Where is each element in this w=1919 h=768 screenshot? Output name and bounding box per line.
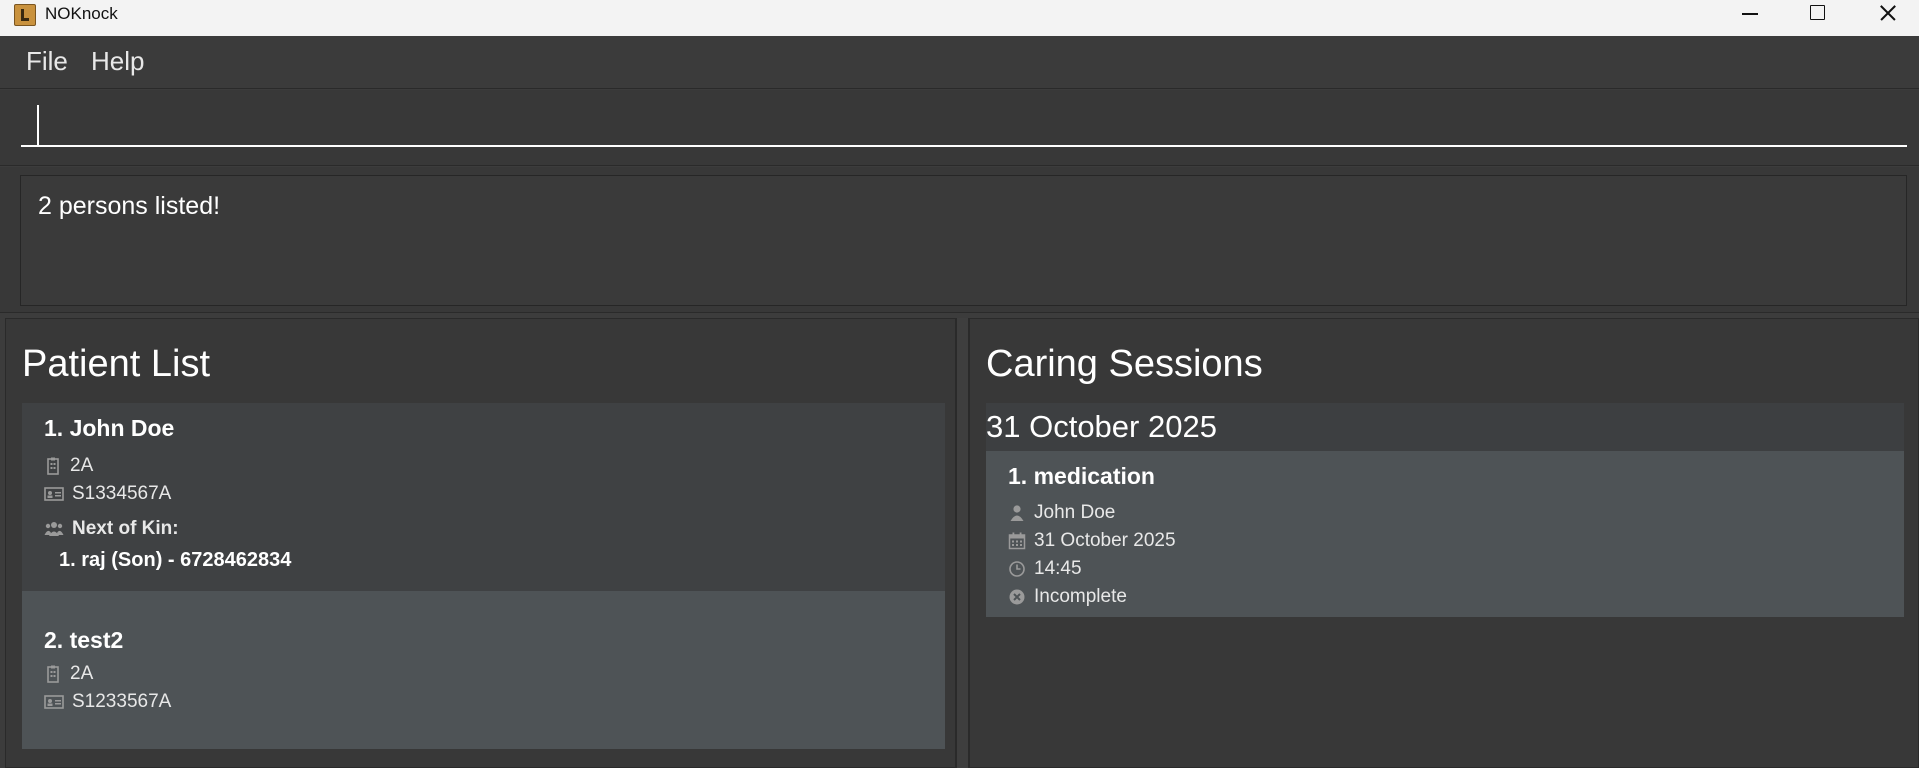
clock-icon — [1009, 561, 1025, 577]
command-box — [0, 90, 1919, 166]
session-patient-line: John Doe — [1008, 501, 1115, 525]
patient-name: 1. John Doe — [44, 415, 175, 441]
menu-help[interactable]: Help — [91, 46, 144, 77]
ward-line: 2A — [44, 454, 93, 478]
patient-ic: S1233567A — [72, 691, 172, 712]
session-patient: John Doe — [1034, 502, 1116, 523]
patient-list-panel: Patient List 1. John Doe 2A S1334567A Ne… — [5, 318, 956, 768]
close-button[interactable] — [1852, 0, 1919, 30]
menu-file[interactable]: File — [26, 46, 68, 77]
session-date-group: 31 October 2025 — [986, 409, 1217, 444]
hospital-icon — [47, 665, 59, 683]
user-icon — [1010, 505, 1024, 521]
users-icon — [44, 522, 64, 536]
next-of-kin-label: Next of Kin: — [72, 518, 179, 539]
x-circle-icon — [1009, 589, 1025, 605]
command-input[interactable] — [21, 102, 1907, 147]
minimize-button[interactable] — [1712, 0, 1782, 30]
result-display: 2 persons listed! — [20, 175, 1907, 306]
window-title: NOKnock — [45, 4, 118, 23]
patient-card[interactable]: 1. John Doe 2A S1334567A Next of Kin: 1.… — [22, 403, 945, 591]
id-card-icon — [44, 487, 64, 501]
ic-line: S1233567A — [44, 690, 171, 714]
session-name: 1. medication — [1008, 463, 1155, 489]
session-date-header: 31 October 2025 — [986, 403, 1904, 451]
id-card-icon — [44, 695, 64, 709]
patient-ward: 2A — [70, 455, 94, 476]
menu-bar: File Help — [0, 36, 1919, 89]
result-message: 2 persons listed! — [38, 192, 221, 220]
split-pane-divider[interactable] — [956, 318, 969, 768]
patient-ward: 2A — [70, 663, 94, 684]
session-status: Incomplete — [1034, 586, 1127, 607]
calendar-icon — [1008, 532, 1026, 550]
session-status-line: Incomplete — [1008, 585, 1127, 609]
maximize-button[interactable] — [1782, 0, 1852, 30]
session-date: 31 October 2025 — [1034, 530, 1176, 551]
title-bar: NOKnock — [0, 0, 1919, 36]
caring-sessions-title: Caring Sessions — [986, 343, 1263, 385]
next-of-kin-line: Next of Kin: — [44, 517, 179, 541]
ic-line: S1334567A — [44, 482, 171, 506]
patient-ic: S1334567A — [72, 483, 172, 504]
text-caret — [37, 105, 39, 145]
app-logo-icon — [14, 4, 36, 26]
patient-card[interactable]: 2. test2 2A S1233567A — [22, 591, 945, 749]
hospital-icon — [47, 457, 59, 475]
session-card[interactable]: 1. medication John Doe 31 October 2025 1… — [986, 451, 1904, 617]
session-time-line: 14:45 — [1008, 557, 1082, 581]
ward-line: 2A — [44, 662, 93, 686]
patient-name: 2. test2 — [44, 627, 124, 653]
session-time: 14:45 — [1034, 558, 1082, 579]
next-of-kin-entry: 1. raj (Son) - 6728462834 — [59, 549, 292, 571]
result-display-area: 2 persons listed! — [0, 167, 1919, 313]
patient-list-title: Patient List — [22, 343, 210, 385]
caring-sessions-panel: Caring Sessions 31 October 2025 1. medic… — [969, 318, 1919, 768]
session-date-line: 31 October 2025 — [1008, 529, 1176, 553]
